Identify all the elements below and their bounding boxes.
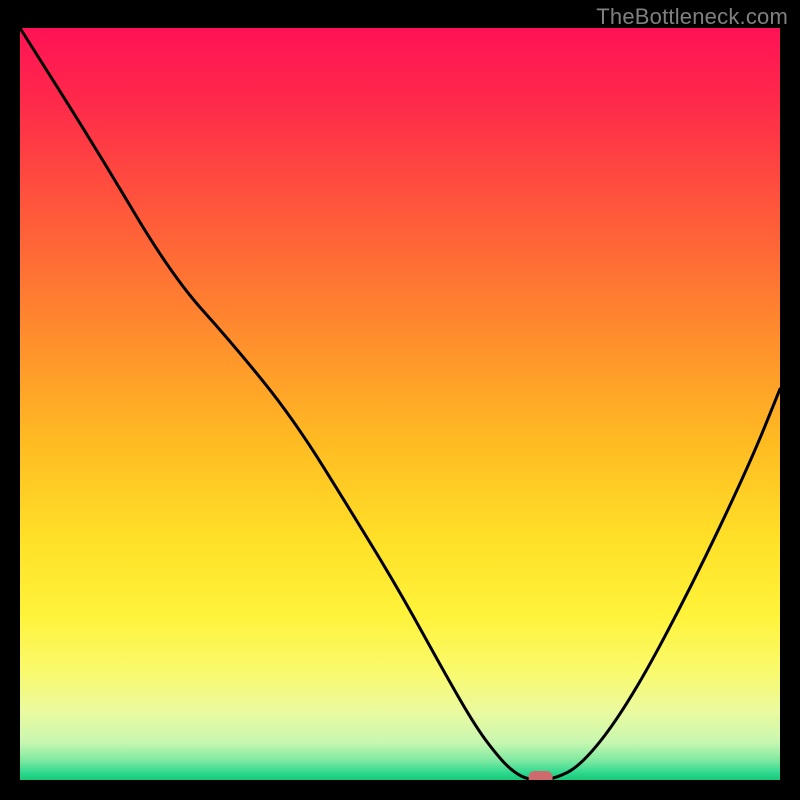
bottleneck-chart bbox=[20, 28, 780, 780]
optimal-point-marker bbox=[529, 771, 553, 780]
watermark-text: TheBottleneck.com bbox=[596, 4, 788, 30]
plot-area bbox=[20, 28, 780, 780]
chart-frame: TheBottleneck.com bbox=[0, 0, 800, 800]
gradient-background bbox=[20, 28, 780, 780]
